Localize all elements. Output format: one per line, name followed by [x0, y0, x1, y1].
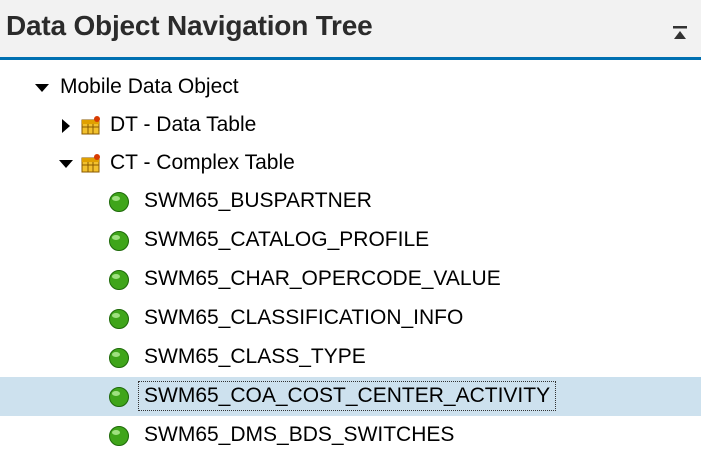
expanded-arrow-icon[interactable]: [34, 80, 50, 96]
navigation-tree-panel: Data Object Navigation Tree Mobile Data …: [0, 0, 701, 464]
table-icon: [80, 115, 102, 137]
tree-leaf-item[interactable]: SWM65_BUSPARTNER: [0, 182, 701, 221]
tree-node-ct-complex-table[interactable]: CT - Complex Table: [0, 144, 701, 183]
tree-node-label: SWM65_CHAR_OPERCODE_VALUE: [144, 267, 501, 290]
panel-header: Data Object Navigation Tree: [0, 0, 701, 60]
tree-node-label: SWM65_COA_COST_CENTER_ACTIVITY: [137, 381, 557, 411]
tree-leaf-item[interactable]: SWM65_DMS_BDS_SWITCHES: [0, 416, 701, 455]
panel-title: Data Object Navigation Tree: [6, 10, 373, 41]
tree-node-label: DT - Data Table: [110, 113, 257, 136]
tree-node-root[interactable]: Mobile Data Object: [0, 68, 701, 107]
green-status-icon: [108, 347, 130, 369]
tree-view: Mobile Data Object DT - Data Table CT - …: [0, 60, 701, 464]
tree-leaf-item[interactable]: SWM65_CLASS_TYPE: [0, 338, 701, 377]
green-status-icon: [108, 308, 130, 330]
tree-node-label: SWM65_CLASSIFICATION_INFO: [144, 306, 464, 329]
tree-leaf-item-selected[interactable]: SWM65_COA_COST_CENTER_ACTIVITY: [0, 377, 701, 416]
collapsed-arrow-icon[interactable]: [58, 118, 74, 134]
green-status-icon: [108, 191, 130, 213]
tree-leaf-item[interactable]: SWM65_CHAR_OPERCODE_VALUE: [0, 260, 701, 299]
tree-node-label: CT - Complex Table: [110, 151, 295, 174]
expanded-arrow-icon[interactable]: [58, 156, 74, 172]
tree-leaf-item[interactable]: SWM65_CLASSIFICATION_INFO: [0, 299, 701, 338]
tree-node-label: SWM65_DMS_BDS_SWITCHES: [144, 423, 455, 446]
green-status-icon: [108, 230, 130, 252]
tree-node-label: SWM65_CLASS_TYPE: [144, 345, 366, 368]
tree-node-dt-data-table[interactable]: DT - Data Table: [0, 106, 701, 145]
table-icon: [80, 153, 102, 175]
tree-node-label: Mobile Data Object: [60, 75, 239, 98]
tree-node-label: SWM65_CATALOG_PROFILE: [144, 228, 430, 251]
green-status-icon: [108, 269, 130, 291]
green-status-icon: [108, 386, 130, 408]
tree-leaf-item[interactable]: SWM65_CATALOG_PROFILE: [0, 221, 701, 260]
green-status-icon: [108, 425, 130, 447]
collapse-up-icon[interactable]: [669, 22, 691, 44]
tree-node-label: SWM65_BUSPARTNER: [144, 189, 372, 212]
